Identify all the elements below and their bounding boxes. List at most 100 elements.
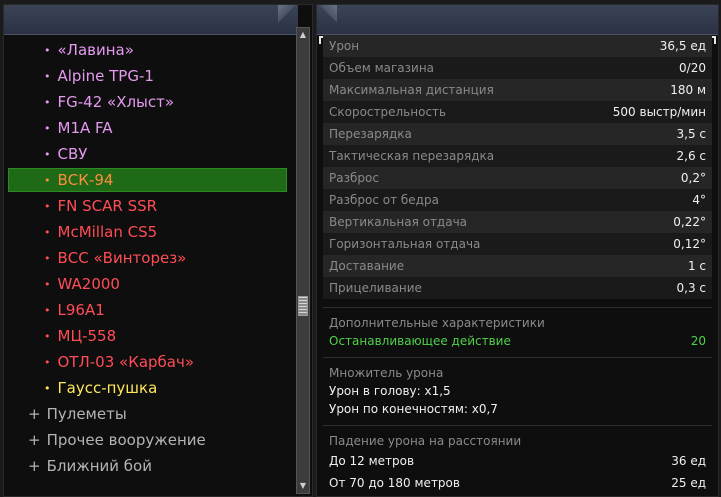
falloff-row-value: 25 ед: [671, 476, 706, 490]
weapon-stats-panel: Урон 36,5 ед Объем магазина 0/20 Максимальна…: [315, 4, 719, 497]
expand-plus-icon: +: [28, 405, 41, 423]
header-notch-decoration: [278, 5, 300, 27]
stat-row: Максимальная дистанция 180 м: [323, 79, 712, 101]
weapon-item[interactable]: • СВУ: [4, 141, 294, 167]
weapon-item-label: L96A1: [57, 301, 105, 319]
stat-value: 0,22°: [673, 215, 706, 229]
weapon-item-selected[interactable]: • ВСК-94: [4, 167, 294, 193]
weapon-item[interactable]: • McMillan CS5: [4, 219, 294, 245]
weapon-item-label: ОТЛ-03 «Карбач»: [57, 353, 195, 371]
weapon-list-header: [4, 5, 300, 35]
extra-characteristics-section: Дополнительные характеристики Останавлив…: [329, 314, 706, 350]
weapon-item[interactable]: • МЦ-558: [4, 323, 294, 349]
stat-value: 4°: [692, 193, 706, 207]
bullet-icon: •: [44, 381, 51, 395]
weapon-item[interactable]: • Гаусс-пушка: [4, 375, 294, 401]
limbs-multiplier-text: Урон по конечностям: x0,7: [329, 402, 498, 416]
category-item-label: Пулеметы: [46, 405, 127, 423]
falloff-row-value: 36 ед: [671, 454, 706, 468]
stat-row: Объем магазина 0/20: [323, 57, 712, 79]
stat-label: Объем магазина: [329, 61, 435, 75]
stat-label: Тактическая перезарядка: [329, 149, 495, 163]
stat-row: Перезарядка 3,5 с: [323, 123, 712, 145]
weapon-item-label: Alpine TPG-1: [57, 67, 154, 85]
expand-plus-icon: +: [28, 457, 41, 475]
weapon-item-label: СВУ: [57, 145, 88, 163]
scroll-down-arrow-icon[interactable]: ▼: [297, 480, 309, 492]
stat-label: Доставание: [329, 259, 405, 273]
weapon-list: • «Лавина» • Alpine TPG-1 • FG-42 «Хлыст» • M1A…: [4, 37, 294, 479]
stat-row: Тактическая перезарядка 2,6 с: [323, 145, 712, 167]
stat-value: 1 с: [687, 259, 706, 273]
stat-value: 2,6 с: [676, 149, 707, 163]
expand-plus-icon: +: [28, 431, 41, 449]
stat-label: Горизонтальная отдача: [329, 237, 481, 251]
stat-row: Разброс 0,2°: [323, 167, 712, 189]
weapon-item[interactable]: • Alpine TPG-1: [4, 63, 294, 89]
stat-label: Разброс от бедра: [329, 193, 439, 207]
category-item-label: Прочее вооружение: [46, 431, 206, 449]
stat-value: 0,12°: [673, 237, 706, 251]
falloff-row-label: До 12 метров: [329, 454, 415, 468]
stat-row: Скорострельность 500 выстр/мин: [323, 101, 712, 123]
stat-value: 500 выстр/мин: [612, 105, 706, 119]
weapon-item-label: ВСС «Винторез»: [57, 249, 187, 267]
weapon-item[interactable]: • ВСС «Винторез»: [4, 245, 294, 271]
category-item[interactable]: + Ближний бой: [4, 453, 294, 479]
weapon-item-label: McMillan CS5: [57, 223, 158, 241]
bullet-icon: •: [44, 199, 51, 213]
bullet-icon: •: [44, 303, 51, 317]
weapon-item-label: FG-42 «Хлыст»: [57, 93, 175, 111]
bullet-icon: •: [44, 173, 51, 187]
stopping-power-value: 20: [690, 334, 706, 348]
scrollbar-thumb[interactable]: [298, 296, 308, 316]
weapon-item[interactable]: • FG-42 «Хлыст»: [4, 89, 294, 115]
stat-row: Прицеливание 0,3 с: [323, 277, 712, 299]
stat-value: 180 м: [670, 83, 706, 97]
weapon-item[interactable]: • WA2000: [4, 271, 294, 297]
bullet-icon: •: [44, 69, 51, 83]
stat-row: Разброс от бедра 4°: [323, 189, 712, 211]
stat-value: 36,5 ед: [659, 39, 706, 53]
weapon-item-label: «Лавина»: [57, 41, 134, 59]
stat-row: Доставание 1 с: [323, 255, 712, 277]
weapon-item[interactable]: • ОТЛ-03 «Карбач»: [4, 349, 294, 375]
weapon-item-label: FN SCAR SSR: [57, 197, 158, 215]
bullet-icon: •: [44, 225, 51, 239]
category-item[interactable]: + Прочее вооружение: [4, 427, 294, 453]
section-divider: [323, 307, 712, 308]
falloff-row: От 70 до 180 метров 25 ед: [329, 472, 706, 494]
stat-value: 0/20: [679, 61, 706, 75]
stopping-power-row: Останавливающее действие 20: [329, 332, 706, 350]
stat-row: Горизонтальная отдача 0,12°: [323, 233, 712, 255]
weapon-list-scrollbar[interactable]: ▲ ▼: [296, 27, 310, 494]
stat-value: 3,5 с: [676, 127, 707, 141]
weapon-item-label: МЦ-558: [57, 327, 117, 345]
stat-value: 0,3 с: [676, 281, 707, 295]
damage-multiplier-section: Множитель урона Урон в голову: x1,5 Урон…: [329, 364, 706, 418]
stat-label: Прицеливание: [329, 281, 422, 295]
weapon-item[interactable]: • L96A1: [4, 297, 294, 323]
weapon-item[interactable]: • FN SCAR SSR: [4, 193, 294, 219]
bullet-icon: •: [44, 147, 51, 161]
stopping-power-label: Останавливающее действие: [329, 334, 511, 348]
damage-falloff-section: Падение урона на расстоянии До 12 метров…: [329, 432, 706, 494]
stat-label: Вертикальная отдача: [329, 215, 468, 229]
scroll-up-arrow-icon[interactable]: ▲: [297, 29, 309, 41]
bullet-icon: •: [44, 277, 51, 291]
stat-row: Вертикальная отдача 0,22°: [323, 211, 712, 233]
stat-label: Скорострельность: [329, 105, 447, 119]
weapon-item[interactable]: • M1A FA: [4, 115, 294, 141]
weapon-item[interactable]: • «Лавина»: [4, 37, 294, 63]
section-divider: [323, 357, 712, 358]
weapon-item-label: Гаусс-пушка: [57, 379, 158, 397]
stat-label: Максимальная дистанция: [329, 83, 494, 97]
stats-table: Урон 36,5 ед Объем магазина 0/20 Максимальна…: [323, 35, 712, 299]
damage-multiplier-title: Множитель урона: [329, 366, 444, 380]
stat-label: Урон: [329, 39, 360, 53]
bullet-icon: •: [44, 43, 51, 57]
weapon-item-label: ВСК-94: [57, 171, 114, 189]
bullet-icon: •: [44, 95, 51, 109]
category-item[interactable]: + Пулеметы: [4, 401, 294, 427]
limbs-multiplier: Урон по конечностям: x0,7: [329, 400, 706, 418]
